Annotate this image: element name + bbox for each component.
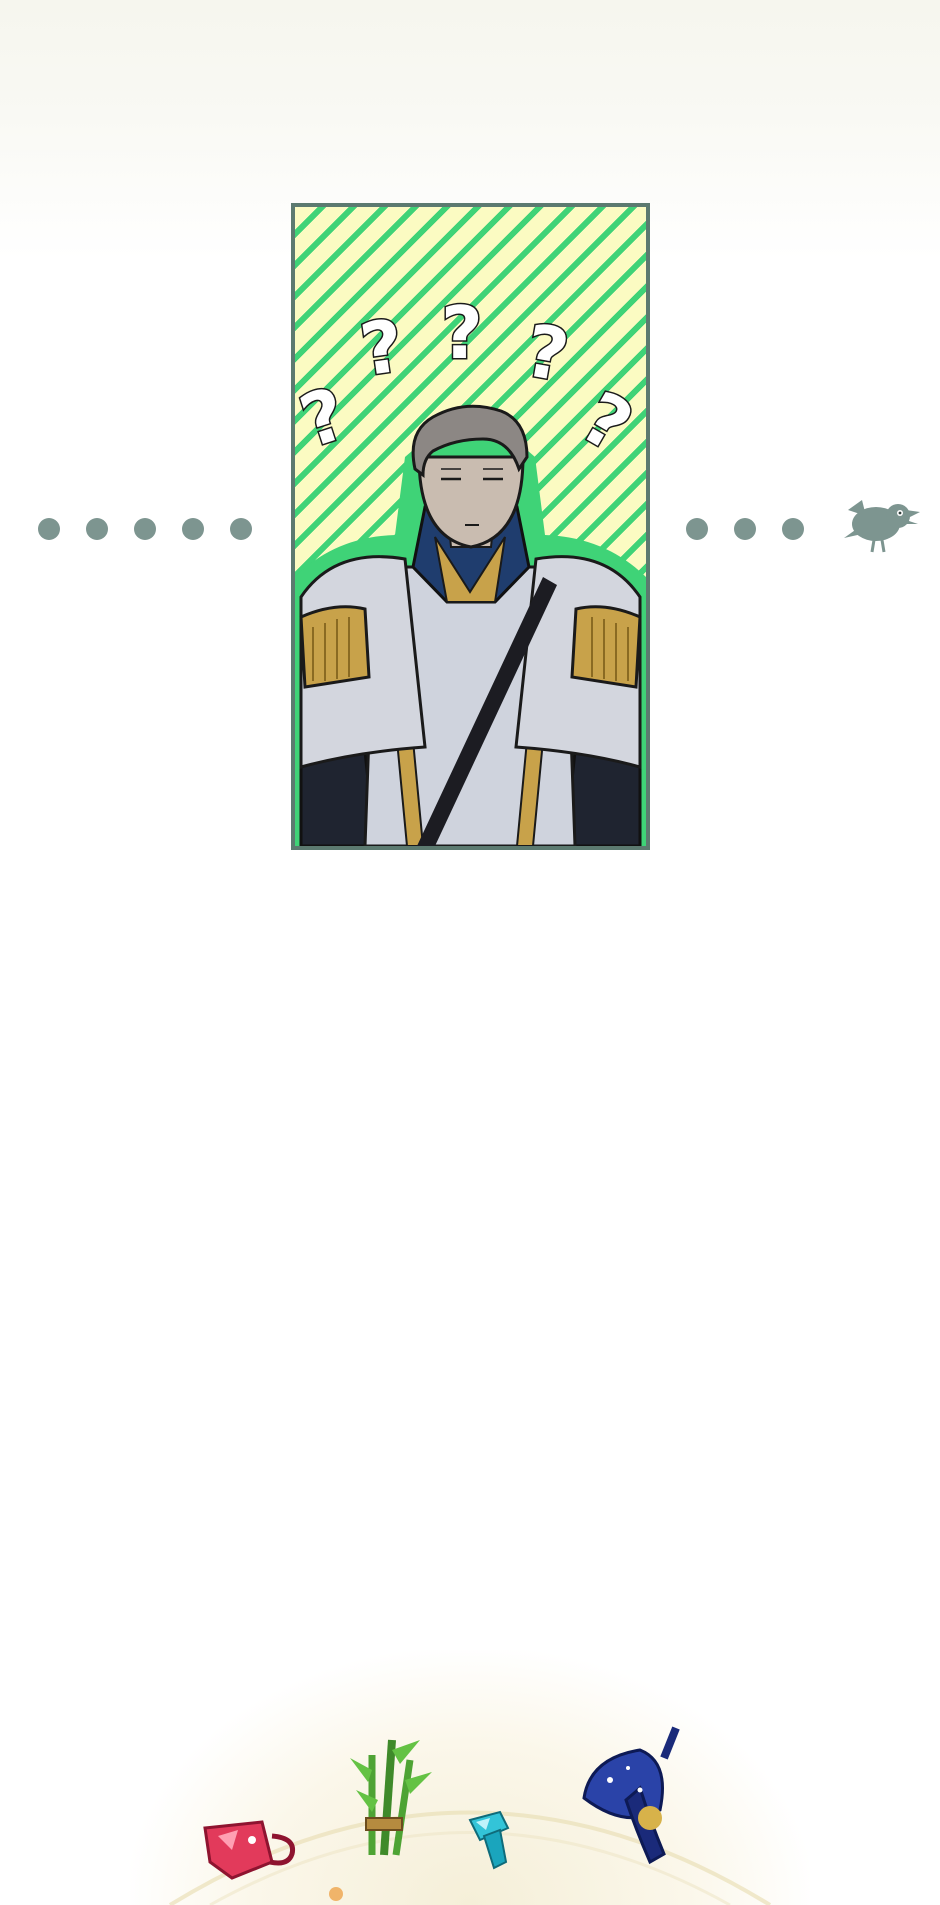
question-mark: ? bbox=[519, 308, 575, 398]
question-mark: ? bbox=[568, 375, 642, 453]
sparkle bbox=[329, 1887, 343, 1901]
dot bbox=[230, 518, 252, 540]
star-hat-icon bbox=[582, 1726, 680, 1865]
question-mark: ? bbox=[441, 291, 483, 375]
dot bbox=[734, 518, 756, 540]
dot bbox=[182, 518, 204, 540]
question-mark: ? bbox=[291, 371, 356, 453]
dot bbox=[686, 518, 708, 540]
crow-icon bbox=[844, 500, 920, 553]
dot bbox=[38, 518, 60, 540]
question-mark: ? bbox=[355, 303, 408, 392]
left-dot-row bbox=[38, 518, 252, 540]
right-dot-row bbox=[686, 518, 804, 540]
dot bbox=[782, 518, 804, 540]
question-marks: ? ? ? ? ? bbox=[291, 290, 642, 454]
dot bbox=[86, 518, 108, 540]
crystal-icon bbox=[468, 1810, 510, 1870]
bottom-decoration bbox=[168, 1726, 772, 1905]
comic-panel: ? ? ? ? ? bbox=[291, 203, 650, 850]
dot bbox=[134, 518, 156, 540]
